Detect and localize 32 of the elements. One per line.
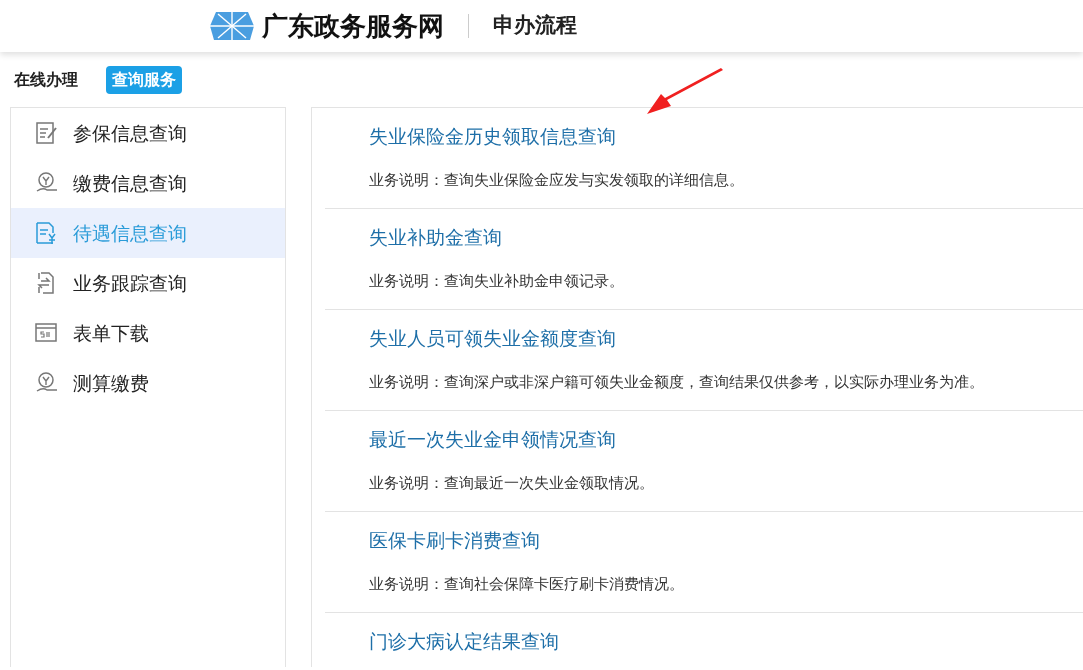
coin-hand-icon [35,371,59,395]
sidebar-item-label: 待遇信息查询 [73,220,187,246]
coin-hand-icon [35,171,59,195]
form-window-icon [35,321,59,345]
service-link[interactable]: 失业补助金查询 [369,209,502,252]
service-link[interactable]: 失业保险金历史领取信息查询 [369,108,616,151]
sidebar-item[interactable]: 表单下载 [11,308,285,358]
service-link[interactable]: 最近一次失业金申领情况查询 [369,411,616,454]
page-title: 申办流程 [493,12,577,40]
sidebar-item[interactable]: 测算缴费 [11,358,285,408]
service-link[interactable]: 医保卡刷卡消费查询 [369,512,540,555]
tab[interactable]: 查询服务 [106,65,182,94]
service-description: 业务说明：查询失业补助金申领记录。 [369,270,625,292]
form-icon [35,121,59,145]
sidebar-item-label: 参保信息查询 [73,120,187,146]
service-description: 业务说明：查询失业保险金应发与实发领取的详细信息。 [369,169,745,191]
logo-icon [210,12,254,40]
sidebar-item[interactable]: 参保信息查询 [11,108,285,158]
service-description: 业务说明：查询深户或非深户籍可领失业金额度，查询结果仅供参考，以实际办理业务为准。 [369,371,985,393]
document-yen-icon [35,221,59,245]
sidebar-item-label: 测算缴费 [73,370,149,396]
service-link[interactable]: 门诊大病认定结果查询 [369,613,559,656]
site-name: 广东政务服务网 [262,9,444,43]
service-description: 业务说明：查询最近一次失业金领取情况。 [369,472,655,494]
tab[interactable]: 在线办理 [14,65,84,94]
service-description: 业务说明：查询社会保障卡医疗刷卡消费情况。 [369,573,685,595]
sidebar-item-label: 表单下载 [73,320,149,346]
sidebar-item-label: 缴费信息查询 [73,170,187,196]
sidebar-item[interactable]: 缴费信息查询 [11,158,285,208]
sidebar-item-label: 业务跟踪查询 [73,270,187,296]
sidebar-item[interactable]: 业务跟踪查询 [11,258,285,308]
service-link[interactable]: 失业人员可领失业金额度查询 [369,310,616,353]
